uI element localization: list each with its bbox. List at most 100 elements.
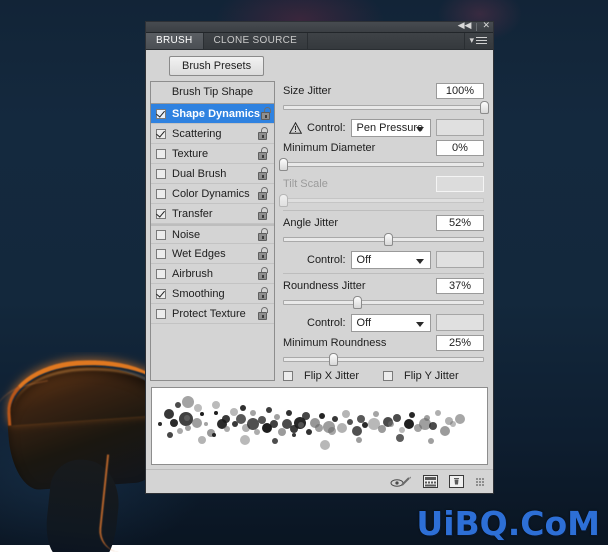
resize-grip[interactable]: [476, 478, 484, 486]
angle-control-value: Off: [357, 254, 371, 266]
preview-dot: [185, 425, 191, 431]
brush-option-checkbox[interactable]: [156, 249, 166, 259]
chevron-down-icon: ▾: [469, 35, 474, 46]
panel-titlebar: ◀◀ ✕: [146, 22, 493, 33]
size-jitter-thumb[interactable]: [480, 101, 489, 114]
tilt-scale-row: Tilt Scale: [283, 174, 484, 193]
angle-control-select[interactable]: Off: [351, 251, 431, 269]
minimum-roundness-slider[interactable]: [283, 353, 484, 366]
brush-option-label: Smoothing: [172, 288, 257, 300]
flip-y-jitter-checkbox[interactable]: Flip Y Jitter: [383, 370, 459, 382]
minimum-diameter-thumb[interactable]: [279, 158, 288, 171]
new-preset-icon[interactable]: [423, 475, 438, 488]
preview-dot: [306, 429, 312, 435]
hamburger-icon: [476, 37, 487, 44]
preview-dot: [272, 438, 278, 444]
minimum-diameter-slider[interactable]: [283, 158, 484, 171]
preview-dot: [158, 422, 162, 426]
brush-option-checkbox[interactable]: [156, 269, 166, 279]
lock-icon[interactable]: [257, 287, 270, 300]
angle-control-label: Control:: [307, 254, 346, 266]
minimum-roundness-value[interactable]: 25%: [436, 335, 484, 351]
angle-jitter-slider[interactable]: [283, 233, 484, 246]
brush-eye-icon[interactable]: [390, 475, 412, 489]
roundness-control-select[interactable]: Off: [351, 314, 431, 332]
brush-option-checkbox[interactable]: [156, 149, 166, 159]
brush-option-checkbox[interactable]: [156, 289, 166, 299]
brush-option-label: Wet Edges: [172, 248, 257, 260]
close-icon[interactable]: ✕: [482, 22, 490, 31]
lock-icon[interactable]: [257, 127, 270, 140]
lock-icon[interactable]: [257, 207, 270, 220]
brush-option-smoothing[interactable]: Smoothing: [151, 284, 274, 304]
panel-menu-button[interactable]: ▾: [465, 33, 493, 49]
brush-option-transfer[interactable]: Transfer: [151, 204, 274, 224]
angle-control-extra-slot: [436, 251, 484, 268]
size-jitter-slider[interactable]: [283, 101, 484, 114]
preview-dot: [204, 422, 208, 426]
size-jitter-value[interactable]: 100%: [436, 83, 484, 99]
brush-option-shape-dynamics[interactable]: Shape Dynamics: [151, 104, 274, 124]
brush-option-checkbox[interactable]: [156, 230, 166, 240]
brush-preview-wrap: [146, 382, 493, 465]
size-jitter-row: Size Jitter 100%: [283, 81, 484, 100]
presets-row: Brush Presets: [146, 50, 493, 81]
chevron-down-icon: [416, 127, 424, 132]
roundness-control-extra-slot: [436, 314, 484, 331]
brush-presets-button[interactable]: Brush Presets: [169, 56, 264, 76]
preview-dot: [409, 412, 415, 418]
tab-brush[interactable]: BRUSH: [146, 33, 204, 49]
lock-icon[interactable]: [260, 107, 273, 120]
lock-icon[interactable]: [257, 147, 270, 160]
minimum-roundness-label: Minimum Roundness: [283, 337, 386, 349]
brush-option-label: Protect Texture: [172, 308, 257, 320]
tab-clone-source[interactable]: CLONE SOURCE: [204, 33, 309, 49]
brush-option-checkbox[interactable]: [156, 189, 166, 199]
lock-icon[interactable]: [257, 307, 270, 320]
roundness-jitter-thumb[interactable]: [353, 296, 362, 309]
brush-option-texture[interactable]: Texture: [151, 144, 274, 164]
brush-option-dual-brush[interactable]: Dual Brush: [151, 164, 274, 184]
brush-option-color-dynamics[interactable]: Color Dynamics: [151, 184, 274, 204]
brush-option-checkbox[interactable]: [156, 109, 166, 119]
minimum-roundness-thumb[interactable]: [329, 353, 338, 366]
preview-dot: [198, 436, 206, 444]
preview-dot: [170, 419, 178, 427]
lock-icon[interactable]: [257, 267, 270, 280]
lock-icon[interactable]: [257, 167, 270, 180]
preview-dot: [177, 428, 183, 434]
titlebar-separator: [476, 23, 477, 31]
preview-dot: [192, 418, 202, 428]
lock-icon[interactable]: [257, 187, 270, 200]
flip-x-jitter-label: Flip X Jitter: [304, 370, 359, 382]
preview-dot: [424, 415, 430, 421]
brush-option-scattering[interactable]: Scattering: [151, 124, 274, 144]
trash-icon[interactable]: [449, 475, 464, 488]
brush-option-noise[interactable]: Noise: [151, 224, 274, 244]
brush-option-checkbox[interactable]: [156, 309, 166, 319]
angle-jitter-value[interactable]: 52%: [436, 215, 484, 231]
brush-option-protect-texture[interactable]: Protect Texture: [151, 304, 274, 324]
brush-option-wet-edges[interactable]: Wet Edges: [151, 244, 274, 264]
angle-jitter-thumb[interactable]: [384, 233, 393, 246]
brush-option-label: Texture: [172, 148, 257, 160]
brush-tip-shape-header[interactable]: Brush Tip Shape: [151, 82, 274, 103]
preview-dot: [440, 426, 450, 436]
brush-option-checkbox[interactable]: [156, 209, 166, 219]
preview-dot: [404, 419, 414, 429]
brush-option-checkbox[interactable]: [156, 169, 166, 179]
minimum-diameter-value[interactable]: 0%: [436, 140, 484, 156]
flip-x-jitter-checkbox[interactable]: Flip X Jitter: [283, 370, 383, 382]
brush-option-checkbox[interactable]: [156, 129, 166, 139]
lock-icon[interactable]: [257, 228, 270, 241]
size-control-select[interactable]: Pen Pressure: [351, 119, 431, 137]
lock-icon[interactable]: [257, 247, 270, 260]
collapse-icon[interactable]: ◀◀: [458, 22, 472, 31]
angle-control-row: Control: Off: [283, 249, 484, 270]
roundness-jitter-value[interactable]: 37%: [436, 278, 484, 294]
tilt-scale-label: Tilt Scale: [283, 178, 328, 190]
brush-option-airbrush[interactable]: Airbrush: [151, 264, 274, 284]
preview-dot: [167, 432, 173, 438]
roundness-jitter-slider[interactable]: [283, 296, 484, 309]
preview-dot: [373, 411, 379, 417]
